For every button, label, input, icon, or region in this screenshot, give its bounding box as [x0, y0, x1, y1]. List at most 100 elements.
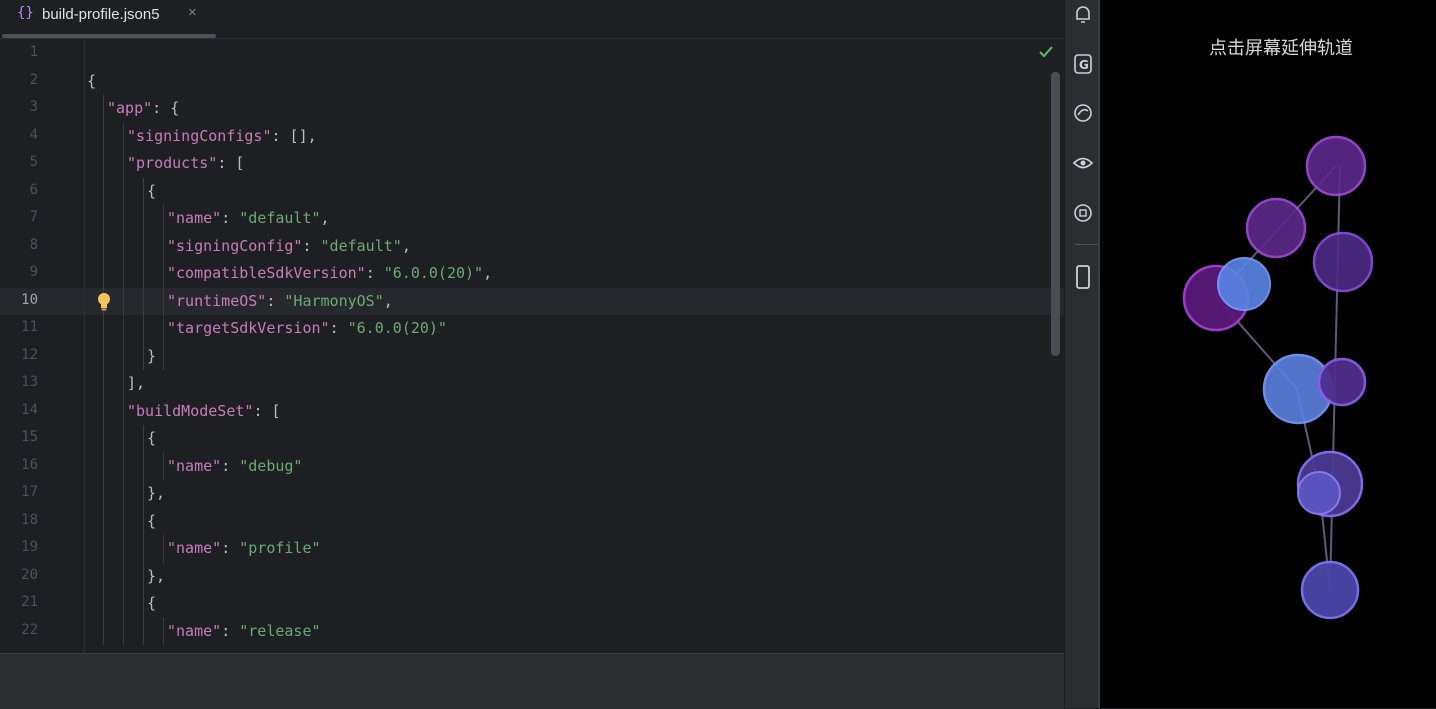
json-key: "compatibleSdkVersion": [167, 264, 366, 282]
json-punctuation: : [: [253, 401, 281, 420]
code-line[interactable]: 17},: [0, 480, 1064, 507]
json-string: "release": [239, 621, 321, 640]
right-tool-strip: G: [1064, 0, 1099, 708]
json-punctuation: :: [221, 539, 240, 557]
code-line[interactable]: 9 "compatibleSdkVersion": "6.0.0(20)",: [0, 260, 1064, 287]
device-manager-icon[interactable]: [1071, 201, 1095, 225]
json-string: "6.0.0(20)": [347, 319, 447, 337]
json-file-icon: {}: [17, 5, 34, 21]
code-line[interactable]: 11 "targetSdkVersion": "6.0.0(20)": [0, 315, 1064, 342]
svg-text:G: G: [1079, 58, 1089, 72]
code-line[interactable]: 21 {: [0, 590, 1064, 617]
code-area[interactable]: 1 2{3 "app": {4 "signingConfigs": [], 5 "prod…: [0, 40, 1064, 653]
lightbulb-icon[interactable]: [96, 292, 112, 317]
code-text: },: [147, 567, 165, 585]
json-string: "profile": [239, 539, 321, 557]
phone-preview-icon[interactable]: [1071, 264, 1095, 289]
json-punctuation: : {: [152, 99, 180, 117]
tab-label: build-profile.json5: [42, 6, 160, 23]
trajectory-canvas[interactable]: [1100, 0, 1436, 708]
code-line[interactable]: 10 "runtimeOS": "HarmonyOS",: [0, 287, 1064, 315]
tab-build-profile[interactable]: {} build-profile.json5 ×: [0, 0, 216, 38]
line-number: 12: [21, 346, 38, 363]
code-line[interactable]: 7 "name": "default",: [0, 205, 1064, 232]
code-editor: {} build-profile.json5 × 1 2{3 "app": {4 "s…: [0, 0, 1064, 709]
code-line[interactable]: 5 "products": [: [0, 150, 1064, 177]
json-punctuation: : [: [217, 154, 245, 172]
code-text: "products": [: [127, 154, 244, 172]
vertical-scrollbar[interactable]: [1051, 72, 1060, 356]
indent-guide: [143, 425, 144, 645]
code-line[interactable]: 15 {: [0, 425, 1064, 452]
line-number: 19: [21, 539, 38, 555]
gemini-g-icon[interactable]: G: [1071, 52, 1095, 76]
code-line[interactable]: 14 "buildModeSet": [: [0, 398, 1064, 425]
line-number: 1: [29, 44, 38, 60]
check-icon: [1038, 45, 1054, 64]
json-string: "HarmonyOS": [284, 291, 384, 310]
json-string: "default": [320, 236, 402, 255]
editor-tab-bar: {} build-profile.json5 ×: [0, 0, 1064, 39]
json-punctuation: :: [221, 621, 240, 640]
notifications-icon[interactable]: [1071, 2, 1095, 26]
json-punctuation: ,: [483, 264, 493, 282]
code-line[interactable]: 18 {: [0, 508, 1064, 535]
json-string: "6.0.0(20)": [383, 264, 484, 282]
code-line[interactable]: 1: [0, 40, 1064, 67]
code-line[interactable]: 2{: [0, 68, 1064, 95]
orbit-ball: [1305, 135, 1367, 197]
orbit-ball: [1312, 231, 1374, 293]
code-text: "signingConfig": "default",: [167, 237, 411, 255]
code-line[interactable]: 8 "signingConfig": "default",: [0, 233, 1064, 260]
line-number: 6: [29, 181, 38, 198]
code-text: "name": "release": [167, 622, 321, 640]
line-number: 16: [21, 456, 38, 473]
indent-guide: [163, 617, 164, 645]
json-key: "name": [167, 456, 222, 475]
code-line[interactable]: 20},: [0, 563, 1064, 590]
line-number: 18: [21, 511, 38, 528]
code-text: {: [147, 594, 156, 612]
device-preview[interactable]: 点击屏幕延伸轨道: [1098, 0, 1436, 708]
json-punctuation: :: [221, 456, 240, 475]
code-line[interactable]: 13],: [0, 370, 1064, 397]
orbit-ball: [1297, 471, 1341, 515]
line-number: 3: [29, 99, 38, 115]
json-punctuation: },: [147, 566, 166, 585]
indent-guide: [163, 452, 164, 480]
code-line[interactable]: 3 "app": {: [0, 95, 1064, 122]
json-key: "signingConfigs": [127, 126, 272, 145]
json-punctuation: {: [147, 594, 157, 612]
json-key: "name": [167, 539, 222, 557]
code-line[interactable]: 6{: [0, 178, 1064, 205]
line-number: 7: [29, 209, 38, 225]
line-number: 21: [21, 594, 38, 610]
code-text: {: [147, 429, 156, 447]
code-line[interactable]: 12}: [0, 343, 1064, 370]
code-text: },: [147, 484, 165, 502]
code-text: "name": "default",: [167, 209, 330, 227]
indent-guide: [123, 122, 124, 645]
indent-guide: [103, 95, 104, 645]
code-text: "targetSdkVersion": "6.0.0(20)": [167, 319, 447, 337]
code-text: "name": "debug": [167, 457, 302, 475]
json-punctuation: ,: [401, 236, 411, 255]
gutter-divider: [84, 40, 85, 653]
code-text: ],: [127, 374, 145, 392]
json-string: "debug": [239, 456, 303, 475]
gauge-icon[interactable]: [1071, 101, 1095, 125]
code-line[interactable]: 4 "signingConfigs": [],: [0, 123, 1064, 150]
code-text: {: [147, 182, 156, 200]
code-text: "compatibleSdkVersion": "6.0.0(20)",: [167, 264, 492, 282]
orbit-ball: [1317, 357, 1367, 407]
json-punctuation: :: [329, 319, 348, 337]
line-number: 13: [21, 374, 38, 390]
close-icon[interactable]: ×: [188, 4, 197, 21]
code-line[interactable]: 22 "name": "release": [0, 618, 1064, 645]
code-text: {: [87, 72, 96, 90]
line-number: 2: [29, 71, 38, 88]
code-line[interactable]: 19 "name": "profile": [0, 535, 1064, 562]
line-number: 9: [29, 264, 38, 280]
code-line[interactable]: 16 "name": "debug": [0, 453, 1064, 480]
eye-icon[interactable]: [1071, 151, 1095, 175]
